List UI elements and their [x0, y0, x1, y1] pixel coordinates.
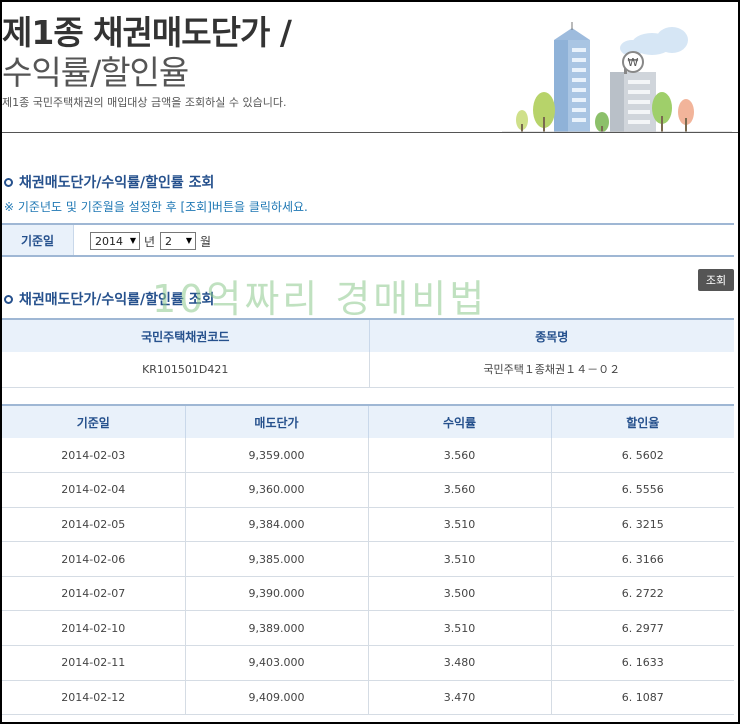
bond-code: KR101501D421: [2, 352, 370, 388]
cell-date: 2014-02-11: [2, 645, 186, 681]
year-select[interactable]: 2014 ▼: [90, 232, 140, 250]
date-filter-row: 기준일 2014 ▼ 년 2 ▼ 월: [2, 223, 734, 257]
table-row: KR101501D421 국민주택１종채권１４－０２: [2, 352, 734, 388]
table-row: 2014-02-10 9,389.000 3.510 6. 2977: [2, 610, 734, 647]
column-header-code: 국민주택채권코드: [2, 319, 370, 352]
column-header-name: 종목명: [369, 319, 734, 352]
column-header-price: 매도단가: [185, 405, 369, 438]
cell-price: 9,389.000: [185, 610, 369, 647]
bank-building-icon: ₩: [610, 51, 656, 132]
table-row: 2014-02-05 9,384.000 3.510 6. 3215: [2, 507, 734, 543]
search-section-heading: 채권매도단가/수익률/할인률 조회: [4, 172, 214, 192]
table-row: 2014-02-04 9,360.000 3.560 6. 5556: [2, 472, 734, 508]
cell-yield: 3.510: [368, 541, 552, 577]
cell-yield: 3.560: [368, 472, 552, 508]
tree-icon: [516, 92, 694, 132]
cell-discount: 6. 3166: [551, 541, 734, 577]
chevron-down-icon: ▼: [185, 236, 192, 245]
column-header-discount: 할인율: [551, 405, 734, 438]
svg-text:₩: ₩: [628, 56, 639, 69]
page-title-sub: 수익률/할인율: [2, 53, 189, 92]
table-row: 2014-02-06 9,385.000 3.510 6. 3166: [2, 541, 734, 577]
page-header: 제1종 채권매도단가 / 수익률/할인율 제1종 국민주택채권의 매입대상 금액…: [2, 2, 738, 133]
cell-yield: 3.510: [368, 610, 552, 647]
cell-date: 2014-02-05: [2, 507, 186, 543]
chevron-down-icon: ▼: [129, 236, 136, 245]
table-row: 2014-02-03 9,359.000 3.560 6. 5602: [2, 438, 734, 474]
cell-price: 9,360.000: [185, 472, 369, 508]
cell-discount: 6. 5556: [551, 472, 734, 508]
result-section-heading-label: 채권매도단가/수익률/할인률 조회: [19, 292, 215, 308]
cell-discount: 6. 2722: [551, 576, 734, 612]
cell-discount: 6. 1633: [551, 645, 734, 681]
page-frame: 제1종 채권매도단가 / 수익률/할인율 제1종 국민주택채권의 매입대상 금액…: [0, 0, 740, 724]
result-section-heading: 채권매도단가/수익률/할인률 조회: [4, 289, 214, 309]
bond-info-table: 국민주택채권코드 종목명 KR101501D421 국민주택１종채권１４－０２: [2, 318, 734, 388]
month-unit: 월: [200, 235, 212, 249]
cell-yield: 3.510: [368, 507, 552, 543]
cell-date: 2014-02-03: [2, 438, 186, 474]
table-row: 2014-02-07 9,390.000 3.500 6. 2722: [2, 576, 734, 612]
cell-discount: 6. 5602: [551, 438, 734, 474]
price-table: 기준일 매도단가 수익률 할인율 2014-02-03 9,359.000 3.…: [2, 404, 734, 716]
query-button[interactable]: 조회: [698, 269, 734, 291]
year-select-value: 2014: [95, 234, 123, 248]
month-select[interactable]: 2 ▼: [160, 232, 196, 250]
cell-price: 9,359.000: [185, 438, 369, 474]
cell-date: 2014-02-06: [2, 541, 186, 577]
cell-discount: 6. 1087: [551, 680, 734, 716]
city-illustration: ₩: [502, 22, 732, 132]
page-description: 제1종 국민주택채권의 매입대상 금액을 조회하실 수 있습니다.: [2, 96, 287, 109]
search-section-heading-label: 채권매도단가/수익률/할인률 조회: [19, 175, 215, 191]
cell-price: 9,390.000: [185, 576, 369, 612]
search-instruction: ※ 기준년도 및 기준월을 설정한 후 [조회]버튼을 클릭하세요.: [4, 200, 308, 214]
cell-price: 9,403.000: [185, 645, 369, 681]
column-header-date: 기준일: [2, 405, 186, 438]
table-row: 2014-02-11 9,403.000 3.480 6. 1633: [2, 645, 734, 681]
cell-yield: 3.470: [368, 680, 552, 716]
building-icon: [554, 22, 590, 132]
month-select-value: 2: [165, 234, 172, 248]
column-header-yield: 수익률: [368, 405, 552, 438]
cell-price: 9,409.000: [185, 680, 369, 716]
table-row: 2014-02-12 9,409.000 3.470 6. 1087: [2, 680, 734, 716]
cell-discount: 6. 3215: [551, 507, 734, 543]
cell-yield: 3.480: [368, 645, 552, 681]
cell-price: 9,385.000: [185, 541, 369, 577]
cell-discount: 6. 2977: [551, 610, 734, 647]
cell-date: 2014-02-10: [2, 610, 186, 647]
cell-yield: 3.560: [368, 438, 552, 474]
bullet-icon: [4, 177, 13, 187]
year-unit: 년: [144, 235, 156, 249]
bullet-icon: [4, 294, 13, 304]
cell-date: 2014-02-04: [2, 472, 186, 508]
filter-label: 기준일: [2, 225, 74, 255]
cell-date: 2014-02-07: [2, 576, 186, 612]
bond-name: 국민주택１종채권１４－０２: [369, 352, 734, 388]
cell-yield: 3.500: [368, 576, 552, 612]
cell-price: 9,384.000: [185, 507, 369, 543]
cell-date: 2014-02-12: [2, 680, 186, 716]
